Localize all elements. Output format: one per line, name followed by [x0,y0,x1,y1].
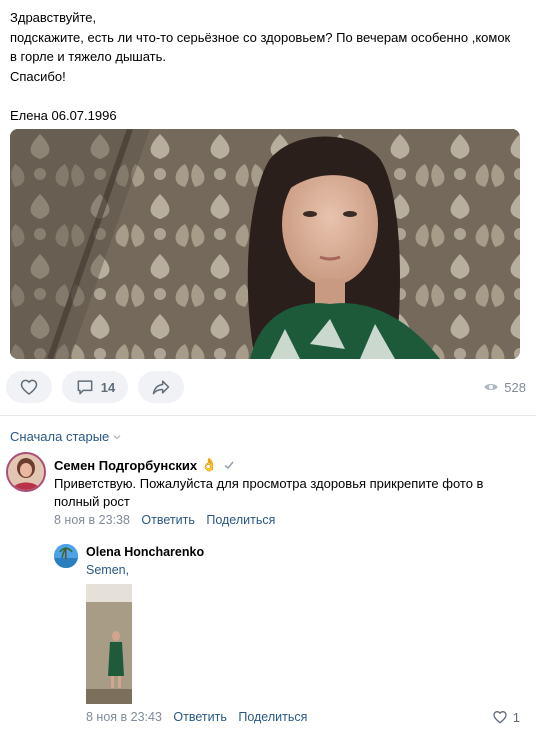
share-link[interactable]: Поделиться [206,513,275,527]
heart-icon [20,379,38,396]
like-button[interactable] [6,371,52,403]
comment-meta: 8 ноя в 23:38 Ответить Поделиться [54,513,275,527]
comments-button[interactable]: 14 [62,371,128,403]
avatar-image [8,454,44,490]
comment-author[interactable]: Семен Подгорбунских 👌 [54,457,235,473]
reply-photo-image [86,584,132,704]
reply-share-link[interactable]: Поделиться [238,710,307,724]
comment-text: Приветствую. Пожалуйста для просмотра зд… [54,476,484,509]
post-photo-image [10,129,520,359]
avatar[interactable] [6,452,46,492]
check-icon [224,461,234,470]
reply-like-button[interactable]: 1 [492,709,520,725]
ok-hand-emoji: 👌 [201,457,218,472]
reply-like-count: 1 [512,709,520,725]
comment-icon [77,380,93,395]
heart-icon [493,710,507,724]
reply-button[interactable]: Ответить [141,513,194,527]
post-line: Здравствуйте, [10,10,97,25]
reply-photo[interactable] [86,584,132,704]
post-line: в горле и тяжело дышать. [10,49,166,64]
reply-meta: 8 ноя в 23:43 Ответить Поделиться [86,710,307,724]
reply-reply-button[interactable]: Ответить [173,710,226,724]
post-line: Елена 06.07.1996 [10,107,117,123]
post-line: подскажите, есть ли что-то серьёзное со … [10,29,511,45]
post-line-empty [10,86,530,106]
sort-dropdown[interactable]: Сначала старые [10,429,122,444]
comment-author-name: Семен Подгорбунских [54,457,198,473]
post-photo[interactable] [10,129,520,359]
reply-author[interactable]: Olena Honcharenko [86,545,204,559]
comments-count: 14 [100,379,116,395]
share-button[interactable] [138,371,184,403]
views-count: 528 [504,379,526,395]
sort-label: Сначала старые [10,429,110,444]
chevron-down-icon [113,434,121,439]
reply-time[interactable]: 8 ноя в 23:43 [86,710,162,724]
post-actions: 14 528 [6,371,526,403]
reply-avatar[interactable] [54,544,78,568]
post-line: Спасибо! [10,68,66,84]
reply-avatar-image [54,544,78,568]
share-icon [152,380,170,395]
views-counter: 528 [483,379,526,395]
eye-icon [484,384,498,390]
reply-mention[interactable]: Semen, [86,563,129,577]
divider [0,415,536,416]
comment-time[interactable]: 8 ноя в 23:38 [54,513,130,527]
post-text: Здравствуйте, подскажите, есть ли что-то… [10,8,530,125]
